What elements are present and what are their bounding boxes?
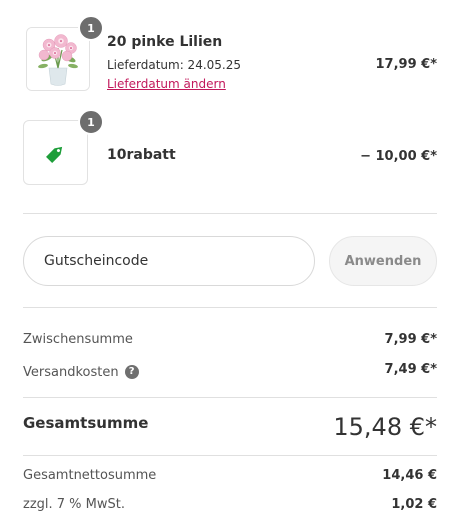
change-delivery-date-link[interactable]: Lieferdatum ändern [107, 77, 226, 91]
divider [23, 455, 437, 456]
subtotal-value: 7,99 €* [384, 332, 437, 347]
question-circle-icon[interactable]: ? [124, 364, 139, 379]
divider [23, 307, 437, 308]
apply-coupon-button[interactable]: Anwenden [329, 236, 437, 286]
discount-thumbnail [23, 120, 88, 185]
shipping-label: Versandkosten [23, 365, 119, 380]
delivery-date: Lieferdatum: 24.05.25 [107, 58, 241, 72]
discount-title: 10rabatt [107, 147, 176, 163]
shipping-row-label: Versandkosten? [23, 364, 139, 380]
vat-value: 1,02 € [391, 497, 437, 512]
discount-amount: − 10,00 €* [360, 149, 437, 164]
coupon-code-input[interactable] [23, 236, 315, 286]
product-title[interactable]: 20 pinke Lilien [107, 34, 222, 50]
divider [23, 397, 437, 398]
total-value: 15,48 €* [333, 413, 437, 441]
net-total-value: 14,46 € [382, 468, 437, 483]
shipping-value: 7,49 €* [384, 362, 437, 377]
subtotal-label: Zwischensumme [23, 332, 133, 347]
quantity-badge: 1 [78, 15, 104, 41]
total-label: Gesamtsumme [23, 414, 149, 432]
vat-label: zzgl. 7 % MwSt. [23, 497, 125, 512]
product-price: 17,99 €* [375, 57, 438, 72]
quantity-badge: 1 [78, 109, 104, 135]
price-tag-icon [45, 146, 62, 163]
net-total-label: Gesamtnettosumme [23, 468, 157, 483]
lilies-bouquet-image [27, 28, 89, 90]
divider [23, 213, 437, 214]
